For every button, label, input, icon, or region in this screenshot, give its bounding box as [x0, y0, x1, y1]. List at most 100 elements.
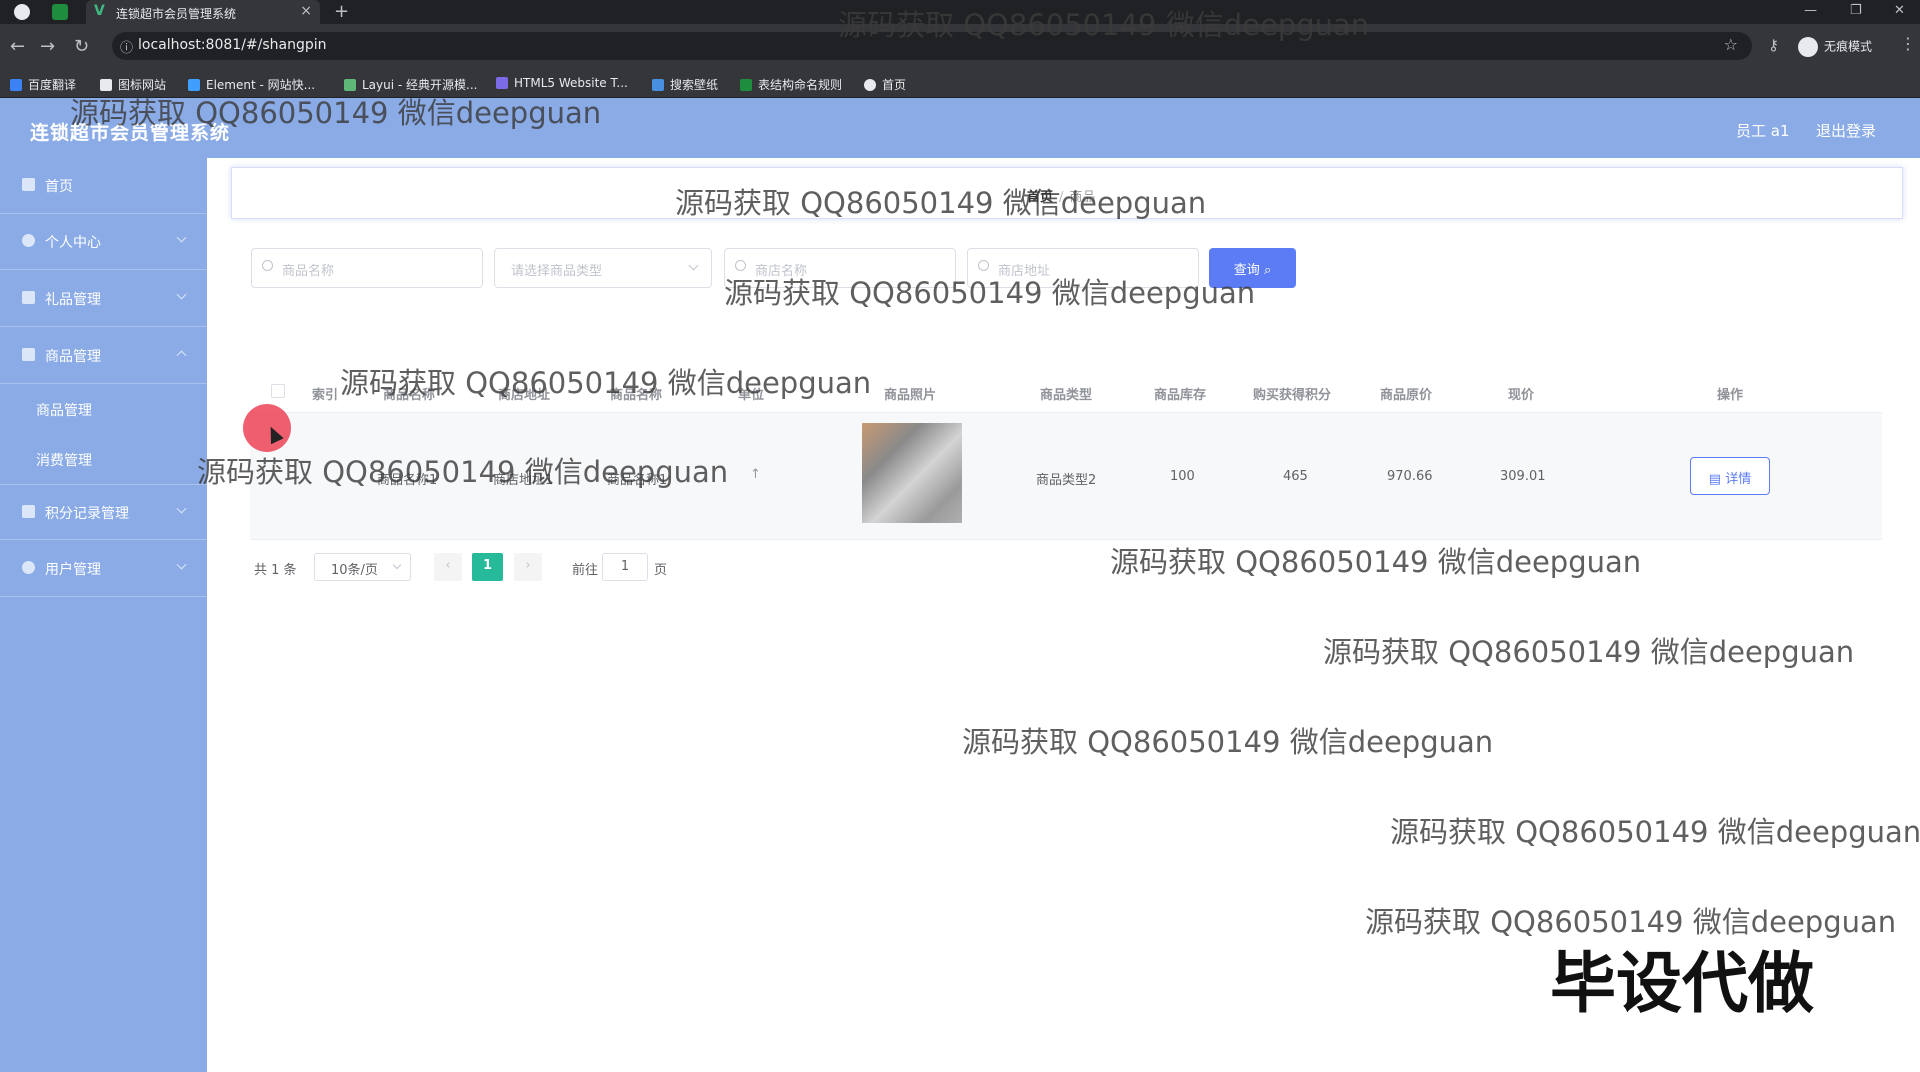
input-placeholder: 商店地址 — [998, 264, 1051, 279]
input-placeholder: 商店名称 — [755, 264, 808, 279]
product-name-search-input[interactable]: 商品名称 — [251, 248, 483, 288]
active-tab[interactable]: V 连锁超市会员管理系统 × — [86, 0, 320, 24]
bookmark-label: 表结构命名规则 — [758, 78, 843, 92]
sidebar: 首页 个人中心 礼品管理 商品管理 商品管理 消费管理 积分记录管理 用户管理 — [0, 158, 207, 1072]
sidebar-item-points-records[interactable]: 积分记录管理 — [0, 484, 207, 540]
goto-page-input[interactable]: 1 — [602, 553, 648, 581]
chevron-down-icon — [176, 289, 187, 300]
cell-points: 465 — [1283, 469, 1308, 484]
bookmark-label: 搜索壁纸 — [670, 78, 719, 92]
element-icon — [188, 79, 200, 91]
sidebar-subitem-product-management[interactable]: 商品管理 — [0, 384, 207, 434]
bookmark-item[interactable]: 百度翻译 — [10, 76, 76, 93]
select-all-checkbox[interactable] — [271, 384, 285, 398]
detail-label: 详情 — [1725, 472, 1752, 487]
sidebar-item-users[interactable]: 用户管理 — [0, 541, 207, 597]
current-user: 员工 a1 — [1736, 122, 1790, 140]
bookmark-label: Element - 网站快... — [206, 78, 316, 92]
sheet-icon — [740, 79, 752, 91]
bookmark-item[interactable]: Layui - 经典开源模... — [344, 76, 477, 93]
sidebar-item-gifts[interactable]: 礼品管理 — [0, 271, 207, 327]
reload-icon[interactable]: ↻ — [74, 36, 89, 57]
restore-icon[interactable]: ❐ — [1850, 3, 1862, 18]
bookmark-item[interactable]: 表结构命名规则 — [740, 76, 842, 93]
browser-logo-icon — [14, 4, 30, 20]
prev-page-button[interactable]: ‹ — [434, 553, 462, 581]
sidebar-item-label: 个人中心 — [45, 235, 101, 251]
users-icon — [22, 561, 35, 574]
browser-menu-icon[interactable]: ⋮ — [1900, 34, 1916, 53]
total-count: 共 1 条 — [254, 563, 297, 578]
bookmark-item[interactable]: 搜索壁纸 — [652, 76, 718, 93]
incognito-label: 无痕模式 — [1824, 39, 1873, 54]
watermark-text: 源码获取 QQ86050149 微信deepguan — [1323, 635, 1855, 669]
sidebar-item-products[interactable]: 商品管理 — [0, 328, 207, 384]
back-icon[interactable]: ← — [10, 36, 25, 57]
chevron-down-icon — [176, 232, 187, 243]
column-header: 操作 — [1717, 388, 1744, 403]
incognito-icon — [1798, 37, 1818, 57]
page-unit-label: 页 — [654, 563, 668, 578]
sidebar-subitem-consumption[interactable]: 消费管理 — [0, 434, 207, 484]
new-tab-button[interactable]: + — [334, 1, 349, 22]
column-header: 商店地址 — [498, 388, 551, 403]
bookmark-item[interactable]: HTML5 Website T... — [496, 76, 628, 90]
breadcrumb-current: 商品 — [1069, 190, 1096, 205]
pinned-tab-icon[interactable] — [52, 4, 68, 20]
breadcrumb-home[interactable]: 首页 — [1027, 190, 1053, 205]
window-close-icon[interactable]: ✕ — [1894, 3, 1905, 18]
sidebar-item-label: 商品管理 — [45, 349, 101, 365]
bookmark-item[interactable]: 首页 — [864, 76, 906, 93]
user-icon — [22, 234, 35, 247]
store-name-search-input[interactable]: 商店名称 — [724, 248, 956, 288]
browser-toolbar: ← → ↻ ⓘ localhost:8081/#/shangpin ☆ ⚷ 无痕… — [0, 24, 1920, 68]
chevron-down-icon — [688, 260, 699, 271]
flag-icon — [100, 79, 112, 91]
forward-icon[interactable]: → — [40, 36, 55, 57]
store-address-search-input[interactable]: 商店地址 — [967, 248, 1199, 288]
app-title: 连锁超市会员管理系统 — [30, 122, 231, 144]
page-number-button[interactable]: 1 — [472, 553, 503, 581]
logout-link[interactable]: 退出登录 — [1816, 120, 1876, 141]
chevron-down-icon — [176, 559, 187, 570]
bookmark-label: 百度翻译 — [28, 78, 77, 92]
address-bar[interactable]: ⓘ localhost:8081/#/shangpin ☆ — [112, 32, 1752, 60]
detail-button[interactable]: ▤ 详情 — [1690, 457, 1770, 495]
promo-overlay-text: 毕设代做 — [1550, 945, 1814, 1022]
next-page-button[interactable]: › — [514, 553, 542, 581]
key-icon[interactable]: ⚷ — [1768, 36, 1779, 54]
goto-label: 前往 — [572, 563, 599, 578]
column-header: 商品名称 — [610, 388, 663, 403]
search-icon: ⌕ — [1263, 263, 1272, 278]
bookmark-item[interactable]: Element - 网站快... — [188, 76, 315, 93]
minimize-icon[interactable]: — — [1804, 3, 1817, 18]
chevron-up-icon — [176, 350, 187, 361]
product-photo[interactable] — [862, 423, 962, 523]
site-info-icon[interactable]: ⓘ — [120, 37, 133, 56]
bookmark-item[interactable]: 图标网站 — [100, 76, 166, 93]
watermark-text: 源码获取 QQ86050149 微信deepguan — [1110, 545, 1642, 579]
column-header: 商品照片 — [884, 388, 937, 403]
sidebar-item-label: 用户管理 — [45, 562, 101, 578]
query-label: 查询 — [1233, 263, 1260, 278]
search-icon — [978, 260, 989, 271]
table-row[interactable]: 商品名称1 商店地址1 商品名称1 ↑ 商品类型2 100 465 970.66… — [250, 412, 1882, 540]
bookmark-label: Layui - 经典开源模... — [362, 78, 478, 92]
url-text: localhost:8081/#/shangpin — [138, 37, 327, 53]
search-icon — [262, 260, 273, 271]
sidebar-item-label: 首页 — [45, 179, 73, 195]
sidebar-item-profile[interactable]: 个人中心 — [0, 214, 207, 270]
incognito-indicator[interactable]: 无痕模式 — [1798, 37, 1872, 57]
bookmark-star-icon[interactable]: ☆ — [1724, 35, 1738, 54]
wallpaper-icon — [652, 79, 664, 91]
product-type-select[interactable]: 请选择商品类型 — [494, 248, 712, 288]
query-button[interactable]: 查询 ⌕ — [1209, 248, 1296, 288]
sidebar-item-home[interactable]: 首页 — [0, 158, 207, 214]
layui-icon — [344, 79, 356, 91]
gift-icon — [22, 291, 35, 304]
page-size-select[interactable]: 10条/页 — [314, 553, 411, 581]
cell-product-type: 商品类型2 — [1036, 473, 1097, 488]
document-icon: ▤ — [1708, 472, 1722, 487]
tab-close-icon[interactable]: × — [300, 3, 312, 19]
chevron-down-icon — [176, 503, 187, 514]
